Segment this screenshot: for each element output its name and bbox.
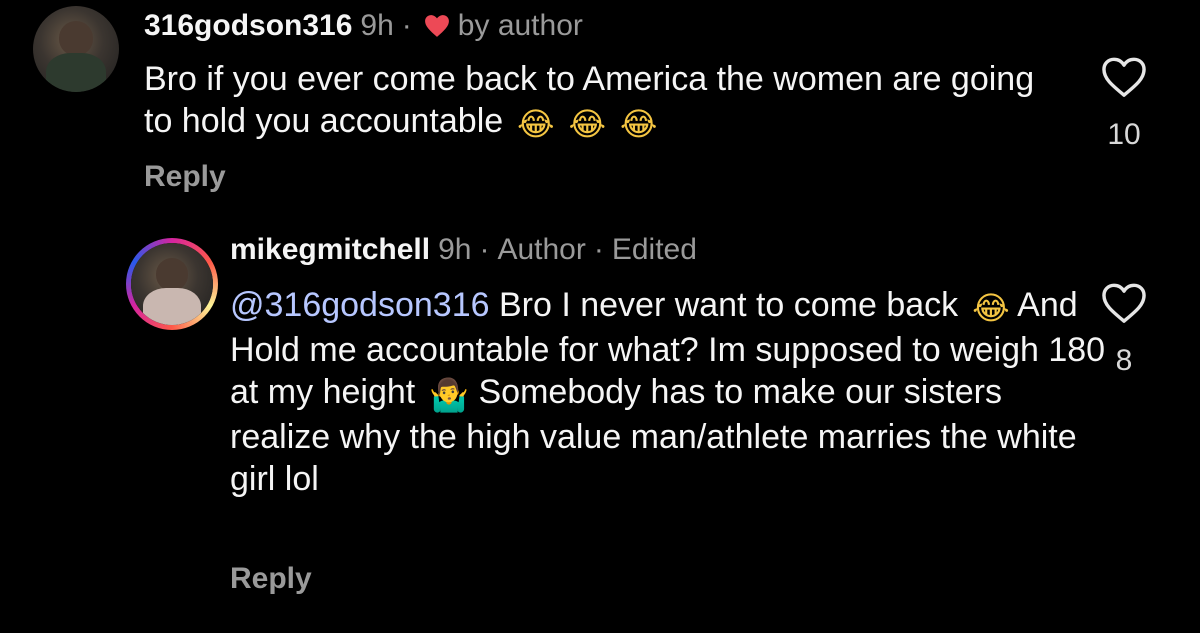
heart-filled-icon <box>424 15 449 37</box>
emoji: 😂 <box>972 289 1010 327</box>
avatar[interactable] <box>33 6 119 92</box>
avatar[interactable] <box>131 243 213 325</box>
heart-outline-icon[interactable] <box>1101 282 1147 324</box>
reply-button[interactable]: Reply <box>144 160 226 194</box>
mention-link[interactable]: @316godson316 <box>230 286 490 324</box>
like-button[interactable]: 8 <box>1094 282 1154 378</box>
separator: · <box>479 233 490 266</box>
comment-text: @316godson316 Bro I never want to come b… <box>230 284 1110 500</box>
by-author-label: by author <box>457 9 583 42</box>
emoji: 😂 <box>619 105 658 143</box>
story-ring[interactable] <box>126 238 218 330</box>
comment-meta: 316godson316 9h · by author <box>144 6 583 46</box>
comment-meta: mikegmitchell 9h · Author · Edited <box>230 230 697 270</box>
like-count: 10 <box>1107 118 1141 151</box>
comment-body-part: Bro I never want to come back <box>489 286 959 324</box>
username[interactable]: 316godson316 <box>144 9 352 43</box>
edited-label: Edited <box>611 233 697 266</box>
emoji: 🤷‍♂️ <box>429 376 470 414</box>
like-count: 8 <box>1115 344 1133 377</box>
like-button[interactable]: 10 <box>1094 56 1154 152</box>
comment-text: Bro if you ever come back to America the… <box>144 58 1044 145</box>
reply-button[interactable]: Reply <box>230 562 312 596</box>
separator: · <box>401 9 412 42</box>
timestamp: 9h <box>360 9 394 42</box>
timestamp: 9h <box>438 233 472 266</box>
emoji: 😂 <box>568 105 606 143</box>
author-label: Author <box>497 233 586 266</box>
heart-outline-icon[interactable] <box>1101 56 1147 98</box>
emoji: 😂 <box>517 105 555 143</box>
username[interactable]: mikegmitchell <box>230 233 430 267</box>
separator: · <box>593 233 604 266</box>
